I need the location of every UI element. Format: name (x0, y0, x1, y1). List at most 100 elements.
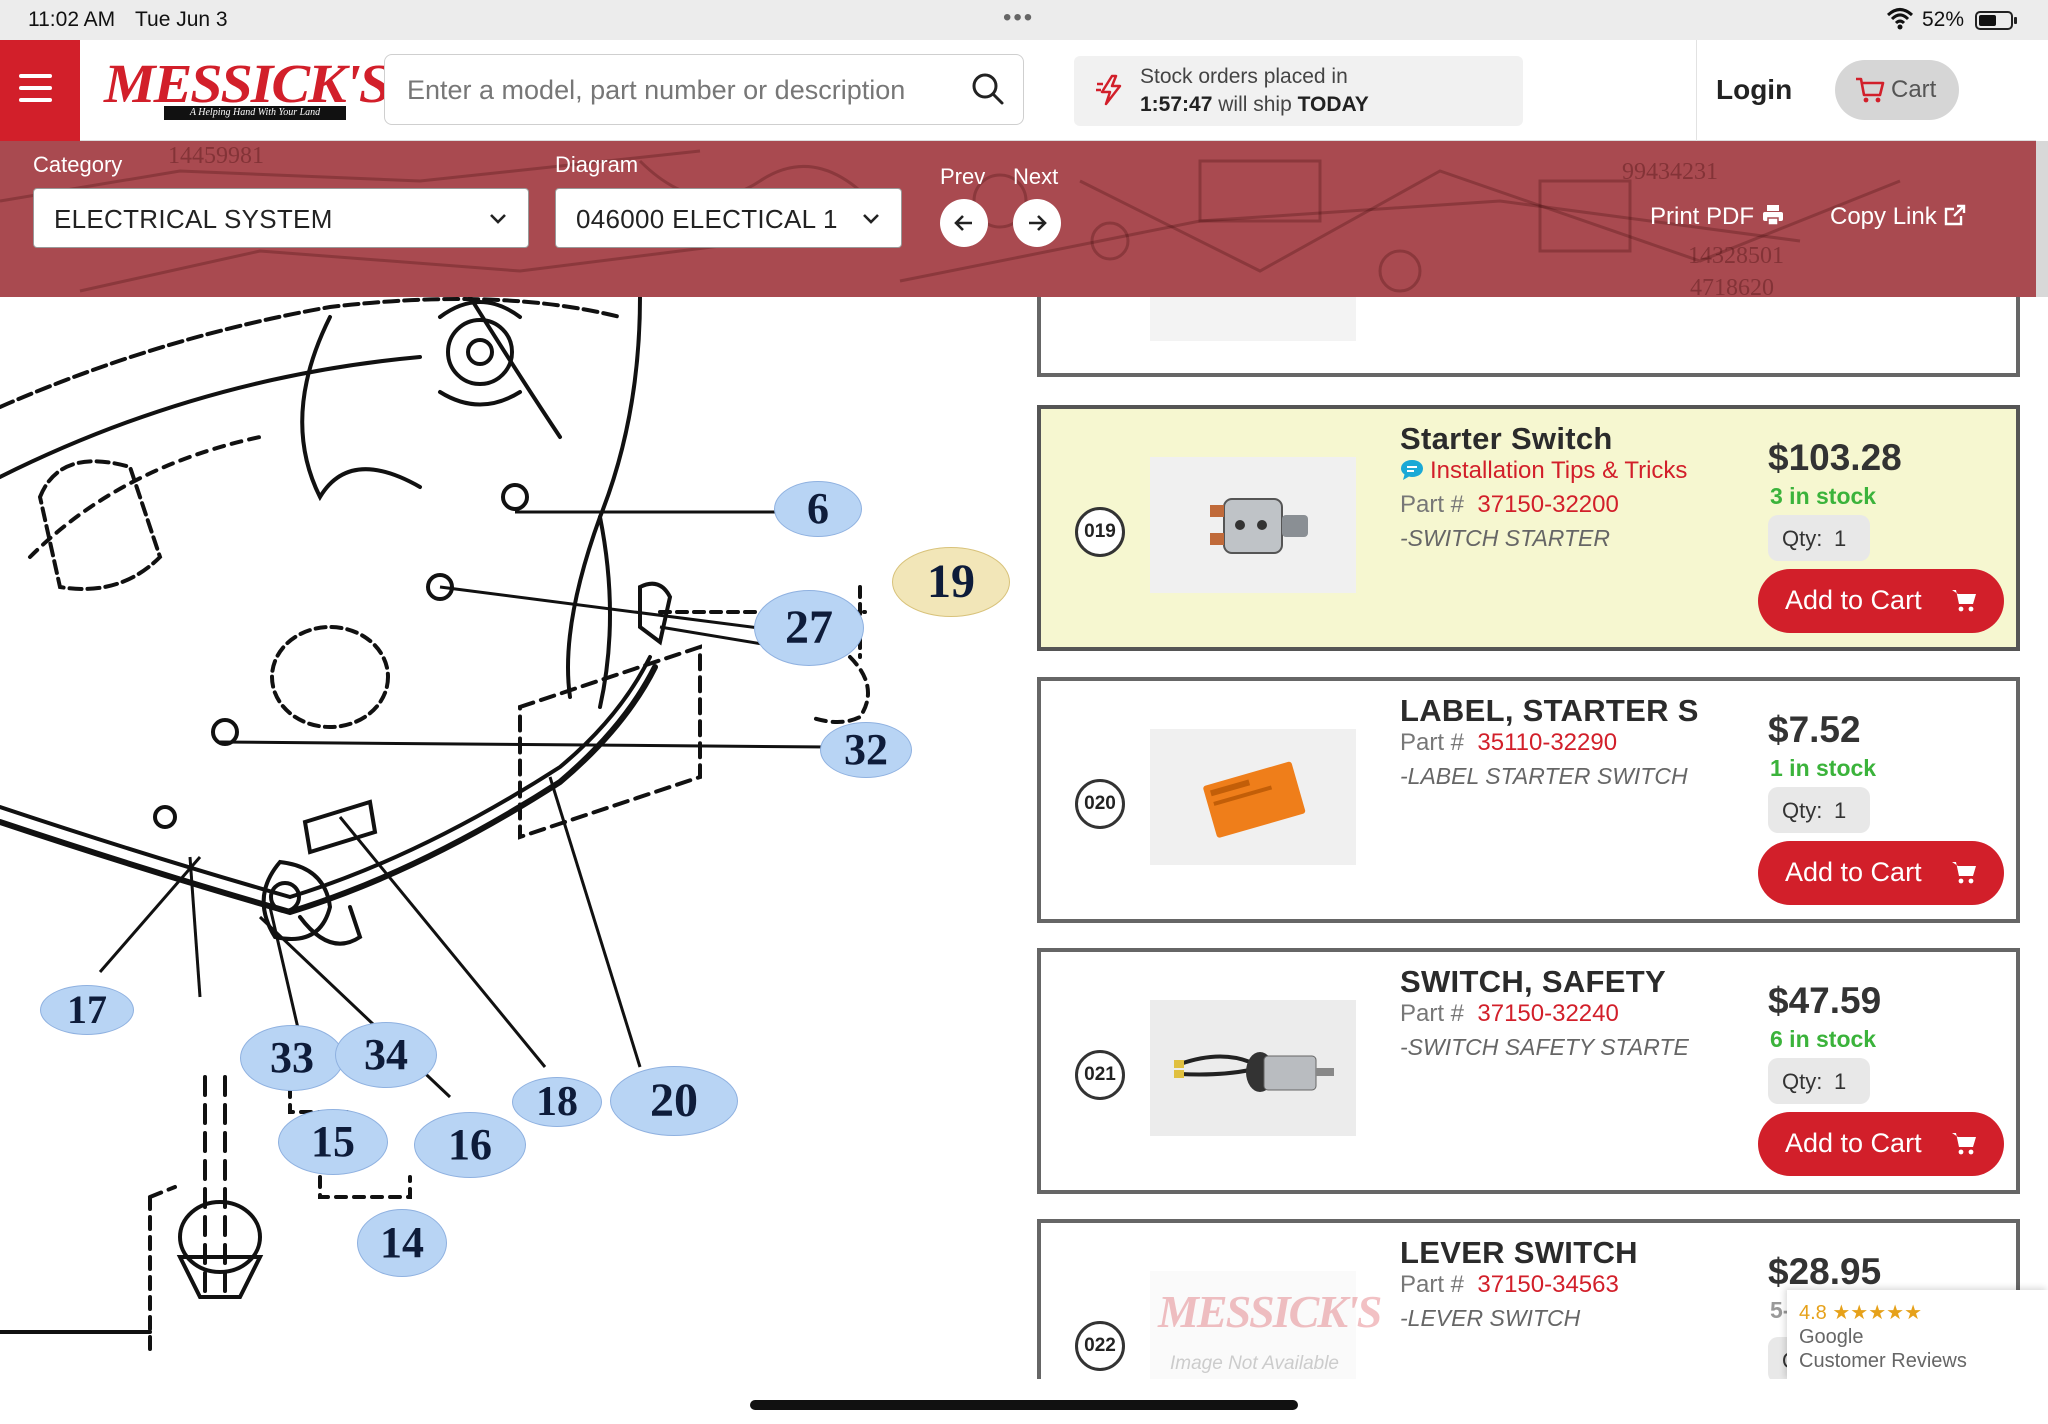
part-number[interactable]: 37150-32200 (1477, 491, 1618, 518)
part-image-starter-switch[interactable] (1150, 457, 1356, 593)
stock-timer: 1:57:47 (1140, 93, 1213, 116)
header-divider (1696, 40, 1697, 141)
status-date: Tue Jun 3 (135, 8, 228, 31)
add-to-cart-label: Add to Cart (1785, 1128, 1922, 1158)
chevron-down-icon (488, 209, 508, 234)
installation-tips-label: Installation Tips & Tricks (1430, 457, 1688, 484)
battery-percent: 52% (1922, 8, 1965, 31)
search-input[interactable] (407, 65, 947, 115)
logo-wordmark: MESSICK'S (104, 52, 391, 115)
part-price: $47.59 (1768, 980, 1882, 1021)
bg-number: 99434231 (1622, 159, 1718, 185)
part-card[interactable]: 019 Starter Switch Installation Tips & T… (1037, 405, 2020, 651)
callout-34[interactable]: 34 (335, 1022, 437, 1088)
parts-diagram[interactable]: 6 19 27 32 17 33 34 18 20 15 16 14 (0, 297, 1020, 1379)
part-image-switch-safety[interactable] (1150, 1000, 1356, 1136)
stock-status: 3 in stock (1770, 483, 1877, 509)
site-header: MESSICK'S A Helping Hand With Your Land … (0, 40, 2036, 141)
part-name[interactable]: LEVER SWITCH (1400, 1235, 1638, 1271)
part-description: -LABEL STARTER SWITCH (1400, 763, 1688, 789)
login-link[interactable]: Login (1716, 74, 1792, 106)
quantity-field[interactable]: Qty: 1 (1768, 787, 1870, 833)
cart-label: Cart (1891, 76, 1937, 103)
copy-link[interactable]: Copy Link (1830, 203, 1967, 231)
quantity-field[interactable]: Qty: 1 (1768, 1058, 1870, 1104)
qty-value: 1 (1834, 526, 1847, 551)
stock-today: TODAY (1297, 93, 1369, 116)
wifi-icon (1886, 6, 1914, 36)
home-indicator[interactable] (750, 1400, 1298, 1410)
multitask-dots-icon[interactable]: ••• (1003, 4, 1034, 32)
prev-diagram-button[interactable] (940, 199, 988, 247)
stock-status: 6 in stock (1770, 1026, 1877, 1052)
callout-18[interactable]: 18 (512, 1077, 602, 1127)
callout-6[interactable]: 6 (774, 481, 862, 537)
part-number-row: Part # 37150-32240 (1400, 1000, 1619, 1028)
part-ref-badge: 021 (1075, 1050, 1125, 1100)
callout-16[interactable]: 16 (414, 1112, 526, 1178)
diagram-select[interactable]: 046000 ELECTICAL 1 (555, 188, 902, 248)
add-to-cart-label: Add to Cart (1785, 585, 1922, 615)
logo-tagline: A Helping Hand With Your Land (164, 106, 346, 120)
hamburger-menu-icon[interactable] (0, 40, 80, 141)
part-card[interactable]: 020 LABEL, STARTER S Part # 35110-32290 … (1037, 677, 2020, 923)
parts-list[interactable]: 019 Starter Switch Installation Tips & T… (1020, 297, 2036, 1379)
chat-bubble-icon (1401, 460, 1423, 480)
part-number-row: Part # 37150-32200 (1400, 491, 1619, 519)
cart-icon (1855, 76, 1885, 109)
part-number-row: Part # 35110-32290 (1400, 729, 1617, 757)
qty-label: Qty: (1782, 526, 1823, 551)
add-to-cart-button[interactable]: Add to Cart (1758, 569, 2004, 633)
category-label: Category (33, 152, 123, 177)
stock-status: 1 in stock (1770, 755, 1877, 781)
search-icon[interactable] (971, 72, 1005, 111)
cart-icon (1952, 1133, 1976, 1155)
callout-14[interactable]: 14 (357, 1209, 447, 1277)
part-image (1150, 297, 1356, 341)
quantity-field[interactable]: Qty: 1 (1768, 515, 1870, 561)
search-box (384, 54, 1024, 125)
add-to-cart-button[interactable]: Add to Cart (1758, 841, 2004, 905)
part-name[interactable]: LABEL, STARTER S (1400, 693, 1699, 729)
part-number[interactable]: 35110-32290 (1477, 729, 1617, 756)
review-source: Google (1799, 1326, 1864, 1348)
diagram-label: Diagram (555, 152, 639, 177)
part-description: -LEVER SWITCH (1400, 1305, 1581, 1331)
part-number-label: Part # (1400, 491, 1465, 518)
callout-19[interactable]: 19 (892, 547, 1010, 617)
stock-line-2: 1:57:47 will ship TODAY (1140, 93, 1369, 117)
callout-20[interactable]: 20 (610, 1066, 738, 1136)
part-name[interactable]: Starter Switch (1400, 421, 1613, 457)
callout-27[interactable]: 27 (754, 590, 864, 666)
cart-button[interactable]: Cart (1835, 60, 1959, 120)
review-rating: 4.8 ★★★★★ (1799, 1302, 1923, 1324)
installation-tips-link[interactable]: Installation Tips & Tricks (1400, 457, 1687, 485)
callout-15[interactable]: 15 (278, 1109, 388, 1175)
callout-32[interactable]: 32 (820, 722, 912, 778)
category-value: ELECTRICAL SYSTEM (54, 204, 333, 234)
part-name[interactable]: SWITCH, SAFETY (1400, 964, 1666, 1000)
callout-17[interactable]: 17 (40, 985, 134, 1035)
print-pdf-link[interactable]: Print PDF (1650, 203, 1785, 231)
part-price: $7.52 (1768, 709, 1861, 750)
add-to-cart-label: Add to Cart (1785, 857, 1922, 887)
callout-33[interactable]: 33 (240, 1025, 344, 1091)
part-image-placeholder[interactable]: MESSICK'S Image Not Available (1150, 1271, 1382, 1379)
battery-icon (1975, 11, 2017, 30)
part-description: -SWITCH SAFETY STARTE (1400, 1034, 1689, 1060)
part-number[interactable]: 37150-34563 (1477, 1271, 1618, 1298)
part-ref-badge: 020 (1075, 779, 1125, 829)
google-reviews-badge[interactable]: 4.8 ★★★★★ Google Customer Reviews (1787, 1290, 2048, 1380)
messicks-logo[interactable]: MESSICK'S A Helping Hand With Your Land (104, 52, 391, 126)
placeholder-logo: MESSICK'S (1158, 1286, 1382, 1337)
part-image-label-starter[interactable] (1150, 729, 1356, 865)
arrow-right-icon (1029, 215, 1047, 231)
cart-icon (1952, 862, 1976, 884)
category-select[interactable]: ELECTRICAL SYSTEM (33, 188, 529, 248)
arrow-left-icon (954, 215, 972, 231)
part-number[interactable]: 37150-32240 (1477, 1000, 1618, 1027)
part-card[interactable]: 021 SWITCH, SAFETY Part # 37150-32240 -S… (1037, 948, 2020, 1194)
add-to-cart-button[interactable]: Add to Cart (1758, 1112, 2004, 1176)
next-diagram-button[interactable] (1013, 199, 1061, 247)
part-number-label: Part # (1400, 1000, 1465, 1027)
